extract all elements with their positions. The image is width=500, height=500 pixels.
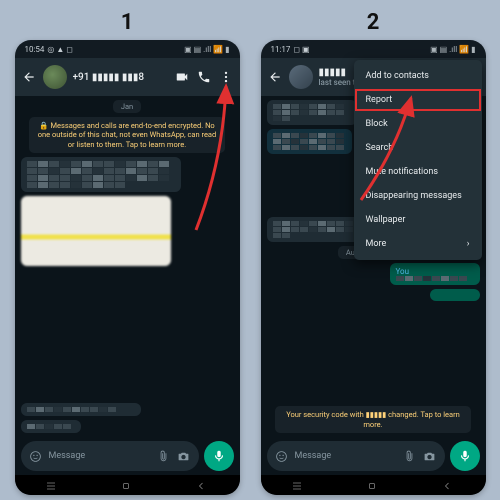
chevron-right-icon: › bbox=[467, 239, 470, 249]
nav-back-icon[interactable] bbox=[441, 480, 455, 490]
menu-mute-notifications[interactable]: Mute notifications bbox=[354, 160, 482, 184]
menu-disappearing-messages[interactable]: Disappearing messages bbox=[354, 184, 482, 208]
status-bar: 10:54 ◎ ▲ ◻ ▣ ▤ .ıll 📶 ▮ bbox=[15, 40, 240, 58]
incoming-message[interactable] bbox=[21, 420, 81, 433]
nav-recent-icon[interactable] bbox=[291, 480, 305, 490]
incoming-message[interactable] bbox=[21, 403, 141, 416]
incoming-message[interactable] bbox=[267, 217, 367, 242]
redacted-text bbox=[27, 407, 135, 412]
emoji-icon[interactable] bbox=[275, 449, 289, 463]
nav-back-icon[interactable] bbox=[195, 480, 209, 490]
camera-icon[interactable] bbox=[423, 449, 437, 463]
input-bar: Message bbox=[15, 437, 240, 475]
redacted-text bbox=[273, 133, 346, 150]
redacted-text bbox=[27, 424, 75, 429]
panel-label-1: 1 bbox=[121, 10, 134, 35]
menu-add-to-contacts[interactable]: Add to contacts bbox=[354, 64, 482, 88]
incoming-message[interactable] bbox=[267, 100, 357, 125]
avatar[interactable] bbox=[289, 65, 313, 89]
attach-icon[interactable] bbox=[403, 449, 417, 463]
video-call-icon[interactable] bbox=[174, 69, 190, 85]
overflow-menu: Add to contacts Report Block Search Mute… bbox=[354, 60, 482, 260]
menu-block[interactable]: Block bbox=[354, 112, 482, 136]
status-icons-left: ◎ ▲ ◻ bbox=[47, 45, 73, 54]
attach-icon[interactable] bbox=[157, 449, 171, 463]
status-icons-left: ◻ ▣ bbox=[293, 45, 309, 54]
menu-wallpaper[interactable]: Wallpaper bbox=[354, 208, 482, 232]
message-input[interactable]: Message bbox=[21, 441, 199, 471]
mic-button[interactable] bbox=[450, 441, 480, 471]
outgoing-message[interactable]: You bbox=[390, 263, 480, 285]
nav-home-icon[interactable] bbox=[120, 480, 134, 490]
panel-label-2: 2 bbox=[367, 10, 380, 35]
status-icons-right: ▣ ▤ .ıll 📶 ▮ bbox=[184, 45, 229, 54]
menu-search[interactable]: Search bbox=[354, 136, 482, 160]
incoming-message[interactable] bbox=[21, 157, 181, 192]
menu-more[interactable]: More › bbox=[354, 232, 482, 256]
nav-recent-icon[interactable] bbox=[45, 480, 59, 490]
security-code-banner[interactable]: Your security code with ▮▮▮▮▮ changed. T… bbox=[275, 406, 471, 433]
android-nav bbox=[15, 475, 240, 495]
chat-header: +91 ▮▮▮▮▮ ▮▮▮8 bbox=[15, 58, 240, 96]
incoming-message[interactable] bbox=[267, 129, 352, 154]
clock: 11:17 bbox=[271, 45, 291, 54]
voice-call-icon[interactable] bbox=[196, 69, 212, 85]
clock: 10:54 bbox=[25, 45, 45, 54]
image-attachment[interactable] bbox=[21, 196, 171, 266]
date-chip: Jan bbox=[113, 100, 141, 113]
android-nav bbox=[261, 475, 486, 495]
status-icons-right: ▣ ▤ .ıll 📶 ▮ bbox=[430, 45, 475, 54]
status-bar: 11:17 ◻ ▣ ▣ ▤ .ıll 📶 ▮ bbox=[261, 40, 486, 58]
redacted-text bbox=[396, 276, 474, 281]
chat-area[interactable]: Jan 🔒 Messages and calls are end-to-end … bbox=[15, 96, 240, 437]
phone-frame-2: 11:17 ◻ ▣ ▣ ▤ .ıll 📶 ▮ ▮▮▮▮▮ last seen t… bbox=[261, 40, 486, 495]
mic-button[interactable] bbox=[204, 441, 234, 471]
message-placeholder: Message bbox=[295, 451, 397, 461]
message-placeholder: Message bbox=[49, 451, 151, 461]
menu-report[interactable]: Report bbox=[354, 88, 482, 112]
you-label: You bbox=[396, 267, 410, 276]
camera-icon[interactable] bbox=[177, 449, 191, 463]
nav-home-icon[interactable] bbox=[366, 480, 380, 490]
redacted-text bbox=[273, 104, 351, 121]
chat-title[interactable]: +91 ▮▮▮▮▮ ▮▮▮8 bbox=[73, 72, 168, 83]
outgoing-message[interactable] bbox=[430, 289, 480, 301]
redacted-text bbox=[273, 221, 361, 238]
overflow-menu-icon[interactable] bbox=[218, 69, 234, 85]
back-icon[interactable] bbox=[21, 69, 37, 85]
emoji-icon[interactable] bbox=[29, 449, 43, 463]
message-input[interactable]: Message bbox=[267, 441, 445, 471]
input-bar: Message bbox=[261, 437, 486, 475]
redacted-text bbox=[27, 161, 175, 188]
phone-frame-1: 10:54 ◎ ▲ ◻ ▣ ▤ .ıll 📶 ▮ +91 ▮▮▮▮▮ ▮▮▮8 bbox=[15, 40, 240, 495]
back-icon[interactable] bbox=[267, 69, 283, 85]
avatar[interactable] bbox=[43, 65, 67, 89]
encryption-banner[interactable]: 🔒 Messages and calls are end-to-end encr… bbox=[29, 117, 225, 153]
